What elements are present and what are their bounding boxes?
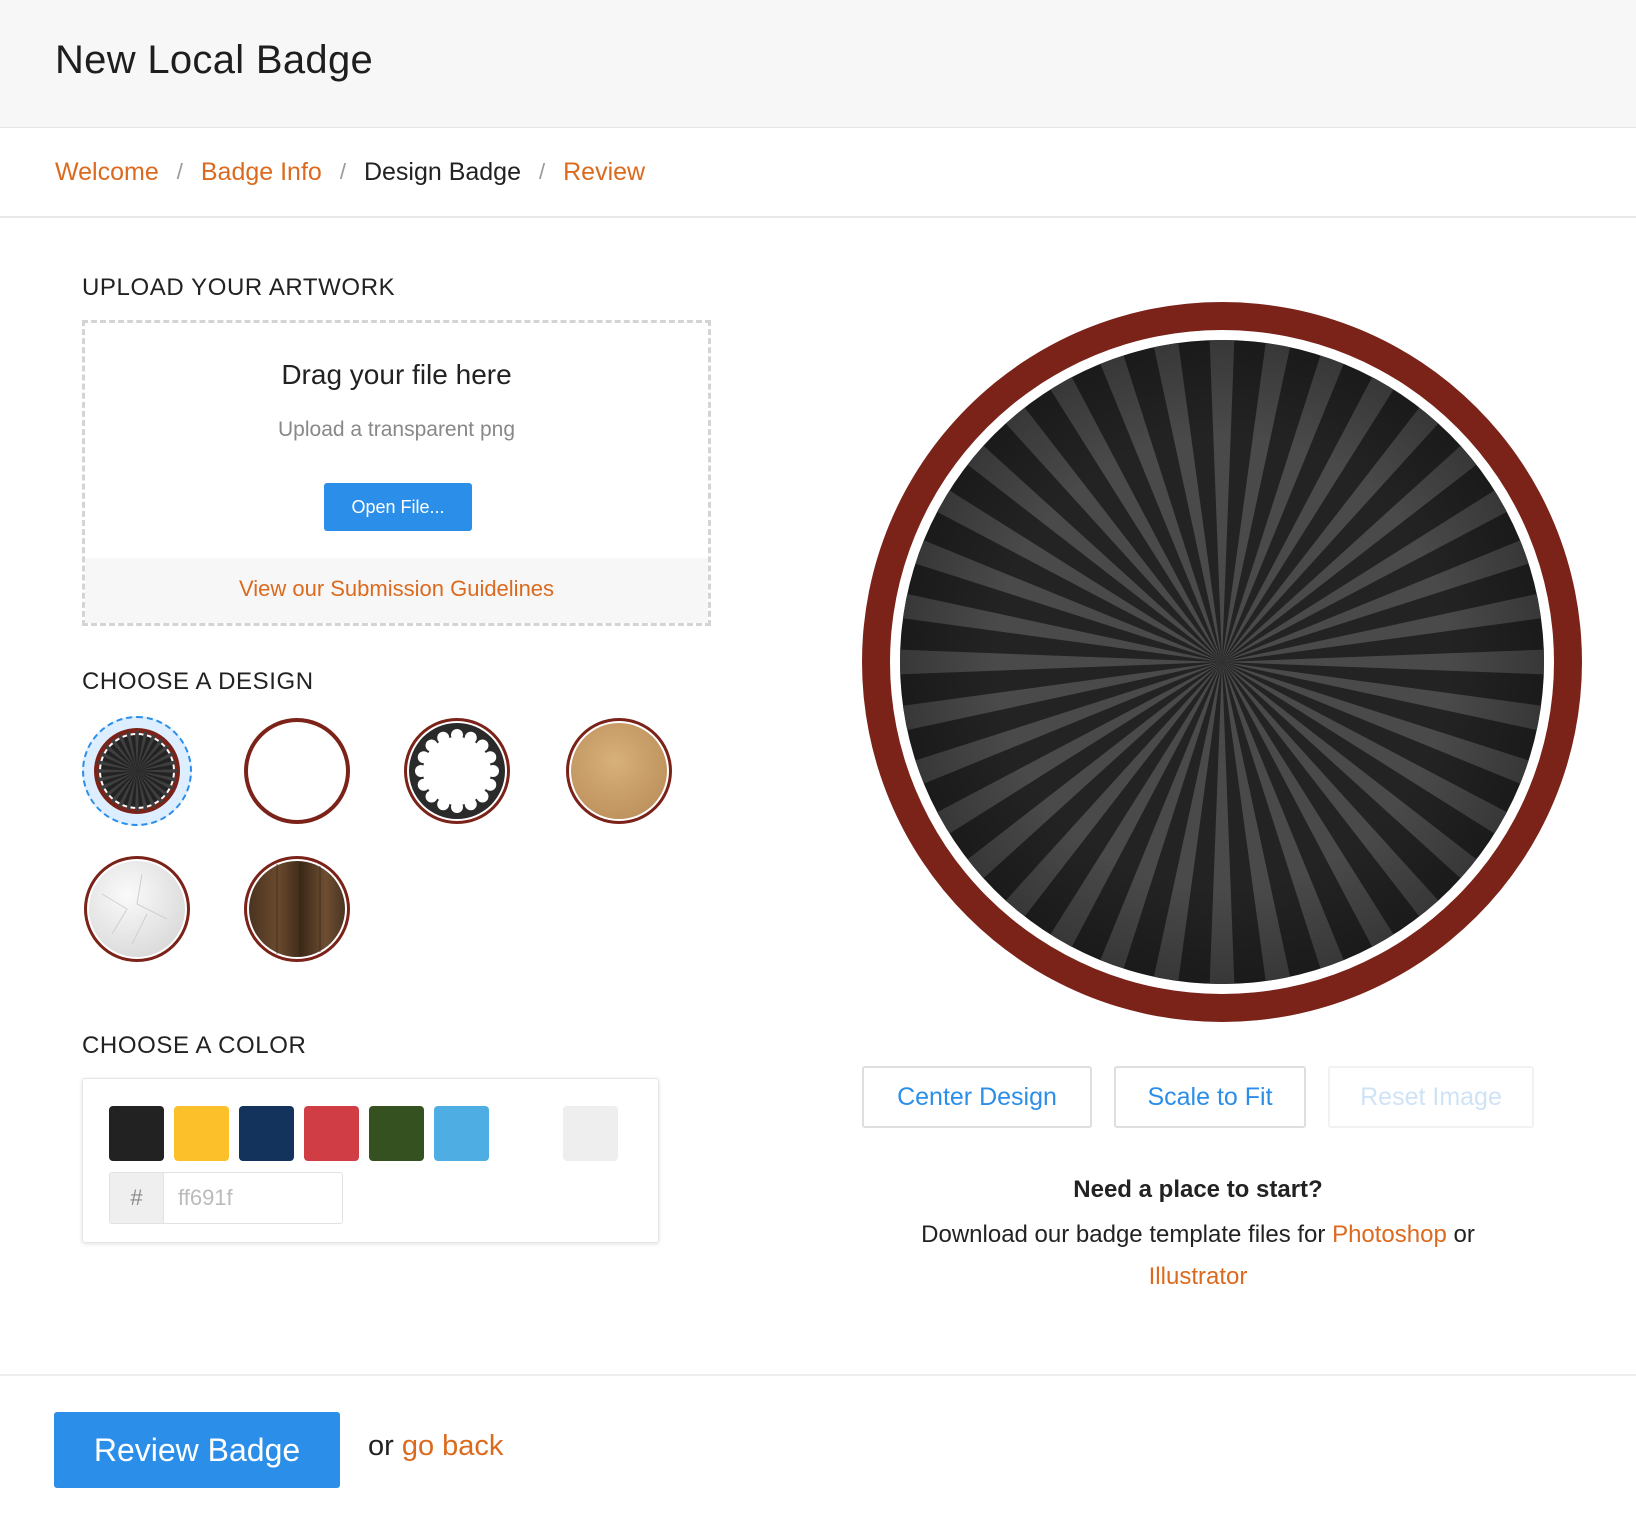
review-badge-button[interactable]: Review Badge: [54, 1412, 340, 1488]
color-swatch-green[interactable]: [369, 1106, 424, 1161]
scalloped-thumbnail: [404, 718, 510, 824]
page-header: New Local Badge: [0, 0, 1636, 128]
color-swatch-yellow[interactable]: [174, 1106, 229, 1161]
design-option-crumpled[interactable]: [82, 854, 192, 964]
start-text-before: Download our badge template files for: [921, 1221, 1333, 1248]
footer: Review Badge or go back: [0, 1374, 1636, 1514]
go-back-link[interactable]: go back: [402, 1430, 504, 1462]
reset-image-button[interactable]: Reset Image: [1328, 1066, 1534, 1128]
design-option-scalloped[interactable]: [402, 716, 512, 826]
design-option-wood[interactable]: [242, 854, 352, 964]
breadcrumb-review[interactable]: Review: [563, 158, 645, 187]
design-option-kraft[interactable]: [564, 716, 674, 826]
color-panel: #: [82, 1078, 659, 1243]
illustrator-link[interactable]: Illustrator: [1149, 1263, 1248, 1290]
open-file-button[interactable]: Open File...: [324, 483, 472, 531]
start-title: Need a place to start?: [1073, 1176, 1323, 1203]
upload-hint: Upload a transparent png: [278, 418, 515, 441]
sunburst-thumbnail: [94, 728, 180, 814]
color-swatch-light-blue[interactable]: [434, 1106, 489, 1161]
breadcrumb: Welcome / Badge Info / Design Badge / Re…: [0, 128, 1636, 218]
design-option-plain[interactable]: [242, 716, 352, 826]
breadcrumb-separator: /: [176, 159, 183, 184]
photoshop-link[interactable]: Photoshop: [1332, 1221, 1447, 1248]
page-title: New Local Badge: [55, 38, 374, 82]
upload-dropzone[interactable]: Drag your file here Upload a transparent…: [82, 320, 711, 626]
color-swatch-navy[interactable]: [239, 1106, 294, 1161]
breadcrumb-design-badge: Design Badge: [363, 157, 521, 186]
or-text: or go back: [368, 1430, 503, 1463]
submission-guidelines-link[interactable]: View our Submission Guidelines: [85, 558, 708, 623]
breadcrumb-separator: /: [339, 159, 346, 184]
start-text-middle: or: [1446, 1221, 1475, 1248]
design-section-title: CHOOSE A DESIGN: [82, 668, 314, 695]
breadcrumb-welcome[interactable]: Welcome: [55, 158, 159, 187]
color-swatch-red[interactable]: [304, 1106, 359, 1161]
upload-section-title: UPLOAD YOUR ARTWORK: [82, 274, 396, 301]
color-swatch-custom[interactable]: [563, 1106, 618, 1161]
badge-preview[interactable]: [860, 300, 1584, 1024]
center-design-button[interactable]: Center Design: [862, 1066, 1092, 1128]
kraft-thumbnail: [566, 718, 672, 824]
wood-thumbnail: [244, 856, 350, 962]
breadcrumb-badge-info[interactable]: Badge Info: [201, 158, 322, 187]
hex-color-input[interactable]: [163, 1172, 343, 1224]
color-swatch-black[interactable]: [109, 1106, 164, 1161]
hex-prefix: #: [109, 1172, 163, 1224]
start-text: Download our badge template files for Ph…: [860, 1214, 1536, 1298]
breadcrumb-separator: /: [539, 159, 546, 184]
drag-text: Drag your file here: [281, 359, 512, 390]
design-option-sunburst[interactable]: [92, 726, 182, 816]
plain-thumbnail: [244, 718, 350, 824]
crumpled-thumbnail: [84, 856, 190, 962]
or-label: or: [368, 1430, 402, 1462]
color-section-title: CHOOSE A COLOR: [82, 1032, 307, 1059]
scale-to-fit-button[interactable]: Scale to Fit: [1114, 1066, 1306, 1128]
